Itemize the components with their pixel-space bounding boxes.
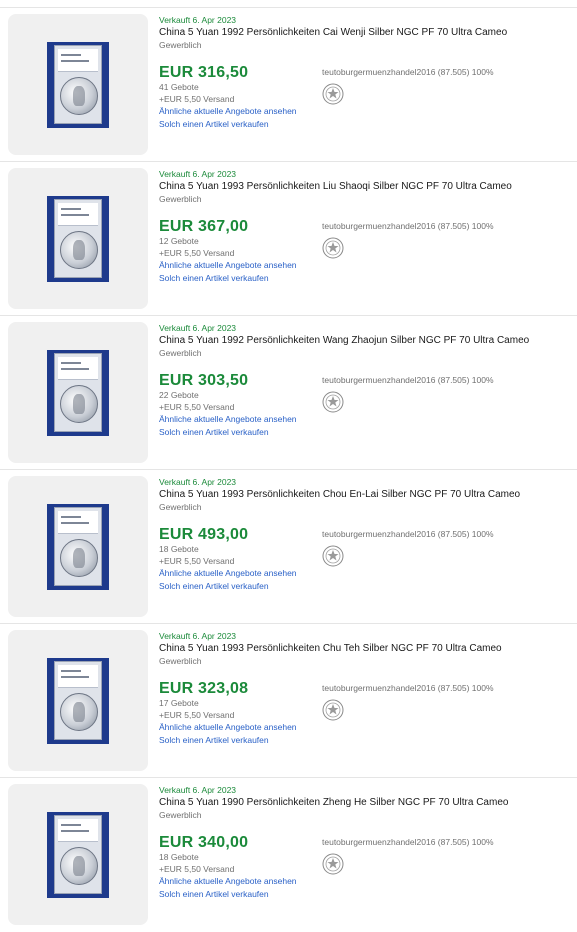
coin-slab-image xyxy=(47,41,109,128)
seller-badge-icon xyxy=(322,699,344,721)
sold-price: EUR 367,00 xyxy=(159,218,249,235)
seller-badge-icon xyxy=(322,545,344,567)
shipping-cost: +EUR 5,50 Versand xyxy=(159,94,235,104)
seller-info[interactable]: teutoburgermuenzhandel2016 (87.505) 100% xyxy=(322,529,494,539)
shipping-cost: +EUR 5,50 Versand xyxy=(159,248,235,258)
shipping-cost: +EUR 5,50 Versand xyxy=(159,710,235,720)
bid-count: 22 Gebote xyxy=(159,390,199,400)
list-item: Verkauft 6. Apr 2023 China 5 Yuan 1993 P… xyxy=(0,623,577,778)
seller-info[interactable]: teutoburgermuenzhandel2016 (87.505) 100% xyxy=(322,67,494,77)
item-thumbnail[interactable] xyxy=(8,784,148,925)
shipping-cost: +EUR 5,50 Versand xyxy=(159,864,235,874)
list-item: Verkauft 6. Apr 2023 China 5 Yuan 1992 P… xyxy=(0,7,577,162)
item-thumbnail[interactable] xyxy=(8,168,148,309)
seller-type: Gewerblich xyxy=(159,40,202,50)
seller-badge-icon xyxy=(322,237,344,259)
item-title-link[interactable]: China 5 Yuan 1993 Persönlichkeiten Chu T… xyxy=(159,643,574,654)
shipping-cost: +EUR 5,50 Versand xyxy=(159,402,235,412)
similar-listings-link[interactable]: Ähnliche aktuelle Angebote ansehen xyxy=(159,414,297,424)
seller-type: Gewerblich xyxy=(159,348,202,358)
sold-listings: Verkauft 6. Apr 2023 China 5 Yuan 1992 P… xyxy=(0,0,577,925)
item-title-link[interactable]: China 5 Yuan 1992 Persönlichkeiten Cai W… xyxy=(159,27,574,38)
seller-type: Gewerblich xyxy=(159,502,202,512)
coin-slab-image xyxy=(47,811,109,898)
similar-listings-link[interactable]: Ähnliche aktuelle Angebote ansehen xyxy=(159,106,297,116)
item-title-link[interactable]: China 5 Yuan 1993 Persönlichkeiten Liu S… xyxy=(159,181,574,192)
seller-info[interactable]: teutoburgermuenzhandel2016 (87.505) 100% xyxy=(322,683,494,693)
coin-slab-image xyxy=(47,195,109,282)
seller-info[interactable]: teutoburgermuenzhandel2016 (87.505) 100% xyxy=(322,837,494,847)
seller-badge-icon xyxy=(322,853,344,875)
seller-badge-icon xyxy=(322,83,344,105)
seller-type: Gewerblich xyxy=(159,810,202,820)
list-item: Verkauft 6. Apr 2023 China 5 Yuan 1990 P… xyxy=(0,777,577,932)
sold-date: Verkauft 6. Apr 2023 xyxy=(159,477,237,487)
list-item: Verkauft 6. Apr 2023 China 5 Yuan 1993 P… xyxy=(0,161,577,316)
item-thumbnail[interactable] xyxy=(8,630,148,771)
sold-price: EUR 323,08 xyxy=(159,680,249,697)
sell-similar-link[interactable]: Solch einen Artikel verkaufen xyxy=(159,581,269,591)
sold-date: Verkauft 6. Apr 2023 xyxy=(159,15,237,25)
bid-count: 18 Gebote xyxy=(159,544,199,554)
sold-date: Verkauft 6. Apr 2023 xyxy=(159,631,237,641)
sold-date: Verkauft 6. Apr 2023 xyxy=(159,169,237,179)
sold-price: EUR 303,50 xyxy=(159,372,249,389)
bid-count: 12 Gebote xyxy=(159,236,199,246)
similar-listings-link[interactable]: Ähnliche aktuelle Angebote ansehen xyxy=(159,260,297,270)
coin-slab-image xyxy=(47,349,109,436)
sold-price: EUR 316,50 xyxy=(159,64,249,81)
bid-count: 41 Gebote xyxy=(159,82,199,92)
sold-price: EUR 340,00 xyxy=(159,834,249,851)
shipping-cost: +EUR 5,50 Versand xyxy=(159,556,235,566)
sold-date: Verkauft 6. Apr 2023 xyxy=(159,323,237,333)
bid-count: 18 Gebote xyxy=(159,852,199,862)
sold-date: Verkauft 6. Apr 2023 xyxy=(159,785,237,795)
item-title-link[interactable]: China 5 Yuan 1990 Persönlichkeiten Zheng… xyxy=(159,797,574,808)
seller-type: Gewerblich xyxy=(159,194,202,204)
list-item: Verkauft 6. Apr 2023 China 5 Yuan 1992 P… xyxy=(0,315,577,470)
seller-type: Gewerblich xyxy=(159,656,202,666)
sell-similar-link[interactable]: Solch einen Artikel verkaufen xyxy=(159,889,269,899)
item-title-link[interactable]: China 5 Yuan 1992 Persönlichkeiten Wang … xyxy=(159,335,574,346)
sell-similar-link[interactable]: Solch einen Artikel verkaufen xyxy=(159,119,269,129)
similar-listings-link[interactable]: Ähnliche aktuelle Angebote ansehen xyxy=(159,568,297,578)
seller-badge-icon xyxy=(322,391,344,413)
item-thumbnail[interactable] xyxy=(8,476,148,617)
bid-count: 17 Gebote xyxy=(159,698,199,708)
sell-similar-link[interactable]: Solch einen Artikel verkaufen xyxy=(159,427,269,437)
seller-info[interactable]: teutoburgermuenzhandel2016 (87.505) 100% xyxy=(322,221,494,231)
coin-slab-image xyxy=(47,657,109,744)
similar-listings-link[interactable]: Ähnliche aktuelle Angebote ansehen xyxy=(159,876,297,886)
item-thumbnail[interactable] xyxy=(8,14,148,155)
sell-similar-link[interactable]: Solch einen Artikel verkaufen xyxy=(159,273,269,283)
similar-listings-link[interactable]: Ähnliche aktuelle Angebote ansehen xyxy=(159,722,297,732)
seller-info[interactable]: teutoburgermuenzhandel2016 (87.505) 100% xyxy=(322,375,494,385)
item-thumbnail[interactable] xyxy=(8,322,148,463)
list-item: Verkauft 6. Apr 2023 China 5 Yuan 1993 P… xyxy=(0,469,577,624)
sell-similar-link[interactable]: Solch einen Artikel verkaufen xyxy=(159,735,269,745)
coin-slab-image xyxy=(47,503,109,590)
sold-price: EUR 493,00 xyxy=(159,526,249,543)
item-title-link[interactable]: China 5 Yuan 1993 Persönlichkeiten Chou … xyxy=(159,489,574,500)
